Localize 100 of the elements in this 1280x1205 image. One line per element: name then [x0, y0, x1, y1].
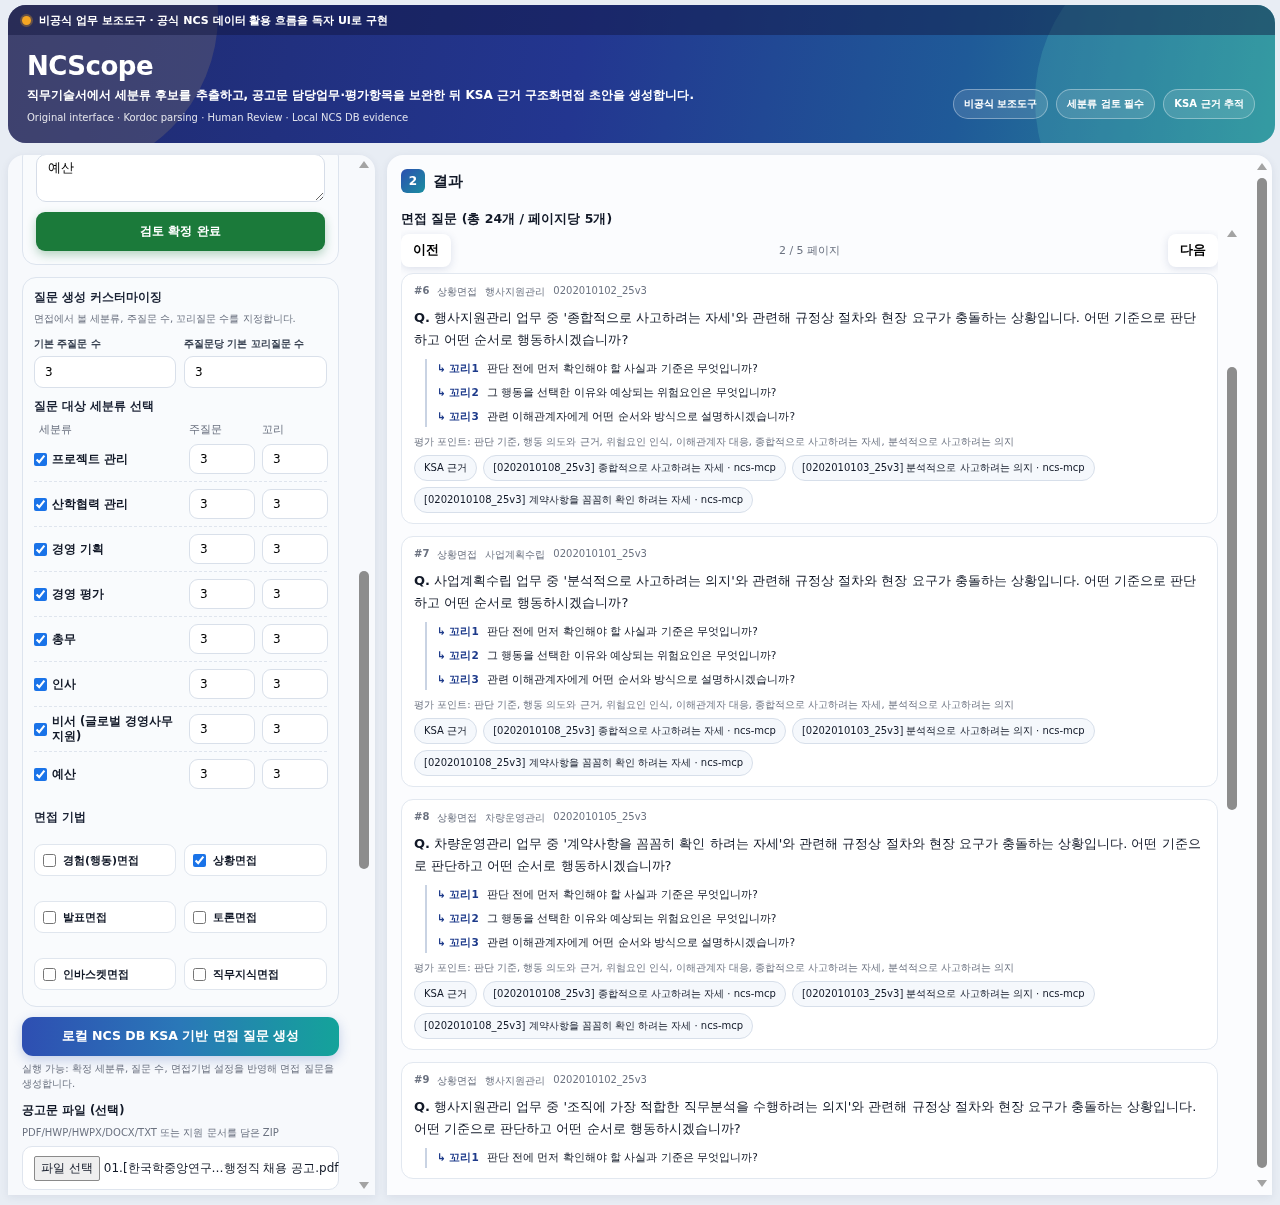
followup-label: ↳ 꼬리2 — [437, 911, 479, 926]
category-checkbox[interactable]: 총무 — [34, 631, 182, 647]
previous-button[interactable]: 이전 — [401, 233, 451, 267]
main-question-count-field[interactable]: 3 — [34, 356, 176, 388]
app-subtitle: 직무기술서에서 세분류 후보를 추출하고, 공고문 담당업무·평가항목을 보완한 뒤 KSA 근거 구조화면접 초안을 생성합니다. — [27, 87, 695, 104]
category-checkbox[interactable]: 예산 — [34, 766, 182, 782]
generate-questions-button[interactable]: 로컬 NCS DB KSA 기반 면접 질문 생성 — [22, 1017, 339, 1056]
confirm-review-button[interactable]: 검토 확정 완료 — [36, 212, 325, 251]
checkbox[interactable] — [43, 910, 56, 924]
checkbox[interactable] — [34, 722, 47, 736]
category-checkbox[interactable]: 산학협력 관리 — [34, 496, 182, 512]
technique-option[interactable]: 인바스켓면접 — [34, 958, 176, 990]
category-checkbox[interactable]: 프로젝트 관리 — [34, 451, 182, 467]
tail-count-field[interactable]: 3 — [262, 624, 328, 654]
area-label: 차량운영관리 — [485, 811, 546, 825]
checkbox[interactable] — [34, 677, 47, 691]
results-title: 결과 — [433, 171, 463, 191]
tail-count-field[interactable]: 3 — [262, 759, 328, 789]
followup-text: 판단 전에 먼저 확인해야 할 사실과 기준은 무엇입니까? — [486, 887, 758, 902]
tail-count-field[interactable]: 3 — [262, 579, 328, 609]
evidence-tag: [0202010103_25v3] 분석적으로 사고하려는 의지 · ncs-mcp — [791, 981, 1095, 1007]
section-title: 면접 기법 — [34, 810, 87, 825]
evaluation-points: 평가 포인트: 판단 기준, 행동 의도와 근거, 위험요인 인식, 이해관계자 대응, 종합적으로 사고하려는 자세, 분석적으로 사고하려는 의지 — [414, 961, 1016, 975]
technique-option[interactable]: 토론면접 — [184, 901, 327, 933]
checkbox[interactable] — [34, 497, 47, 511]
checkbox[interactable] — [193, 910, 206, 924]
next-button[interactable]: 다음 — [1168, 233, 1218, 267]
category-textarea[interactable]: 예산 — [36, 155, 325, 202]
checkbox[interactable] — [193, 967, 206, 981]
category-checkbox[interactable]: 경영 기획 — [34, 541, 182, 557]
technique-option[interactable]: 직무지식면접 — [184, 958, 327, 990]
followup-label: ↳ 꼬리1 — [437, 361, 479, 376]
code-label: 0202010101_25v3 — [553, 548, 647, 562]
followup-text: 판단 전에 먼저 확인해야 할 사실과 기준은 무엇입니까? — [486, 624, 758, 639]
tail-question-count-field[interactable]: 3 — [184, 356, 327, 388]
question-number: #6 — [414, 285, 430, 298]
category-name: 예산 — [52, 766, 76, 782]
technique-label: 직무지식면접 — [213, 966, 279, 982]
file-input[interactable]: 파일 선택 01.[한국학중앙연구…행정직 채용 공고.pdf — [22, 1146, 339, 1190]
category-name: 총무 — [52, 631, 76, 647]
evidence-tag: [0202010108_25v3] 계약사항을 꼼꼼히 확인 하려는 자세 · ncs-mcp — [414, 750, 754, 776]
checkbox[interactable] — [34, 587, 47, 601]
notice-text: 비공식 업무 보조도구 · 공식 NCS 데이터 활용 흐름을 독자 UI로 구현 — [39, 12, 388, 28]
main-count-field[interactable]: 3 — [189, 534, 255, 564]
tail-count-field[interactable]: 3 — [262, 534, 328, 564]
category-checkbox[interactable]: 비서 (글로벌 경영사무 지원) — [34, 714, 182, 744]
evidence-tag: [0202010103_25v3] 분석적으로 사고하려는 의지 · ncs-mcp — [791, 455, 1095, 481]
checkbox[interactable] — [43, 967, 56, 981]
tail-count-field[interactable]: 3 — [262, 669, 328, 699]
checkbox[interactable] — [34, 542, 47, 556]
field-label: 주질문당 기본 꼬리질문 수 — [184, 337, 306, 351]
tail-count-field[interactable]: 3 — [262, 489, 328, 519]
checkbox[interactable] — [34, 452, 47, 466]
main-count-field[interactable]: 3 — [189, 624, 255, 654]
followup-text: 그 행동을 선택한 이유와 예상되는 위험요인은 무엇입니까? — [486, 385, 777, 400]
app-title: NCScope — [27, 50, 155, 83]
header-badge: 비공식 보조도구 — [952, 89, 1049, 119]
checkbox[interactable] — [34, 767, 47, 781]
choose-file-button[interactable]: 파일 선택 — [34, 1155, 100, 1181]
evaluation-points: 평가 포인트: 판단 기준, 행동 의도와 근거, 위험요인 인식, 이해관계자 대응, 종합적으로 사고하려는 자세, 분석적으로 사고하려는 의지 — [414, 435, 1016, 449]
section-description: 면접에서 볼 세분류, 주질문 수, 꼬리질문 수를 지정합니다. — [34, 312, 297, 326]
category-checkbox[interactable]: 경영 평가 — [34, 586, 182, 602]
technique-option[interactable]: 상황면접 — [184, 844, 327, 876]
technique-option[interactable]: 발표면접 — [34, 901, 176, 933]
category-checkbox[interactable]: 인사 — [34, 676, 182, 692]
questions-heading: 면접 질문 (총 24개 / 페이지당 5개) — [401, 211, 614, 228]
followup-label: ↳ 꼬리2 — [437, 385, 479, 400]
file-name: 01.[한국학중앙연구…행정직 채용 공고.pdf — [103, 1159, 339, 1177]
followup-label: ↳ 꼬리1 — [437, 624, 479, 639]
technique-option[interactable]: 경험(행동)면접 — [34, 844, 176, 876]
technique-label: 토론면접 — [213, 909, 257, 925]
column-header: 꼬리 — [262, 423, 285, 437]
file-label: 공고문 파일 (선택) — [22, 1103, 126, 1118]
evaluation-points: 평가 포인트: 판단 기준, 행동 의도와 근거, 위험요인 인식, 이해관계자 대응, 종합적으로 사고하려는 자세, 분석적으로 사고하려는 의지 — [414, 698, 1016, 712]
followup-text: 판단 전에 먼저 확인해야 할 사실과 기준은 무엇입니까? — [486, 361, 758, 376]
main-count-field[interactable]: 3 — [189, 444, 255, 474]
main-count-field[interactable]: 3 — [189, 714, 255, 744]
followup-text: 관련 이해관계자에게 어떤 순서와 방식으로 설명하시겠습니까? — [486, 672, 796, 687]
main-count-field[interactable]: 3 — [189, 669, 255, 699]
evidence-tag: [0202010108_25v3] 종합적으로 사고하려는 자세 · ncs-mcp — [483, 981, 786, 1007]
followup-text: 그 행동을 선택한 이유와 예상되는 위험요인은 무엇입니까? — [486, 911, 777, 926]
main-count-field[interactable]: 3 — [189, 579, 255, 609]
question-number: #8 — [414, 811, 430, 824]
technique-label: 상황면접 — [437, 811, 478, 825]
area-label: 행사지원관리 — [485, 285, 546, 299]
checkbox[interactable] — [34, 632, 47, 646]
tail-count-field[interactable]: 3 — [262, 444, 328, 474]
scrollbar[interactable] — [1256, 163, 1268, 1187]
question-text: Q. 행사지원관리 업무 중 '조직에 가장 적합한 직무분석을 수행하려는 의지'와 관련해 규정상 절차와 현장 요구가 충돌하는 상황입니다. 어떤 기준으로 판단하고 어떤 순서로 행동하시겠습니까? — [414, 1098, 1198, 1138]
technique-label: 상황면접 — [437, 1074, 478, 1088]
evidence-tag: [0202010103_25v3] 분석적으로 사고하려는 의지 · ncs-mcp — [791, 718, 1095, 744]
checkbox[interactable] — [193, 853, 206, 867]
scrollbar[interactable] — [358, 161, 370, 1189]
tail-count-field[interactable]: 3 — [262, 714, 328, 744]
evidence-tag: [0202010108_25v3] 계약사항을 꼼꼼히 확인 하려는 자세 · ncs-mcp — [414, 487, 754, 513]
question-text: Q. 차량운영관리 업무 중 '계약사항을 꼼꼼히 확인 하려는 자세'와 관련해 규정상 절차와 현장 요구가 충돌하는 상황입니다. 어떤 기준으로 판단하고 어떤 순서로 행동하시겠습니까? — [414, 835, 1202, 875]
evidence-tag: [0202010108_25v3] 종합적으로 사고하려는 자세 · ncs-mcp — [483, 718, 786, 744]
main-count-field[interactable]: 3 — [189, 759, 255, 789]
checkbox[interactable] — [43, 853, 56, 867]
main-count-field[interactable]: 3 — [189, 489, 255, 519]
